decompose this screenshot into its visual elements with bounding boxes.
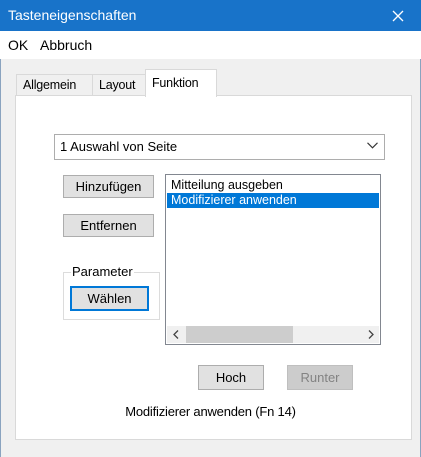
parameter-group-label: Parameter — [71, 264, 134, 279]
scroll-left-button[interactable] — [167, 326, 184, 343]
down-button: Runter — [287, 365, 353, 390]
function-dropdown-value: 1 Auswahl von Seite — [60, 139, 178, 154]
close-button[interactable] — [375, 0, 421, 31]
list-item-selected[interactable]: Modifizierer anwenden — [167, 193, 379, 208]
status-text: Modifizierer anwenden (Fn 14) — [125, 404, 296, 419]
chevron-down-icon — [367, 142, 378, 149]
tab-funktion-label: Funktion — [152, 76, 199, 90]
list-item[interactable]: Mitteilung ausgeben — [167, 178, 379, 193]
tab-layout[interactable]: Layout — [92, 74, 146, 96]
menu-abbruch[interactable]: Abbruch — [40, 37, 92, 53]
menu-bar: OK Abbruch — [0, 31, 421, 59]
chevron-left-icon — [172, 330, 178, 339]
tab-funktion[interactable]: Funktion — [145, 69, 217, 97]
scrollbar-thumb[interactable] — [186, 326, 293, 343]
function-dropdown[interactable]: 1 Auswahl von Seite — [54, 134, 385, 160]
up-button[interactable]: Hoch — [198, 365, 264, 390]
add-button[interactable]: Hinzufügen — [63, 175, 154, 198]
scroll-right-button[interactable] — [362, 326, 379, 343]
tab-allgemein[interactable]: Allgemein — [16, 74, 93, 96]
remove-button[interactable]: Entfernen — [63, 214, 154, 237]
close-icon — [392, 10, 404, 21]
window-border-left — [0, 59, 1, 457]
tab-allgemein-label: Allgemein — [23, 78, 77, 92]
title-bar: Tasteneigenschaften — [0, 0, 421, 31]
select-button[interactable]: Wählen — [70, 286, 149, 311]
chevron-right-icon — [368, 330, 374, 339]
menu-ok[interactable]: OK — [8, 37, 28, 53]
function-listbox[interactable]: Mitteilung ausgeben Modifizierer anwende… — [165, 174, 381, 345]
tab-layout-label: Layout — [99, 78, 136, 92]
window-title: Tasteneigenschaften — [8, 7, 137, 23]
horizontal-scrollbar[interactable] — [167, 326, 379, 343]
